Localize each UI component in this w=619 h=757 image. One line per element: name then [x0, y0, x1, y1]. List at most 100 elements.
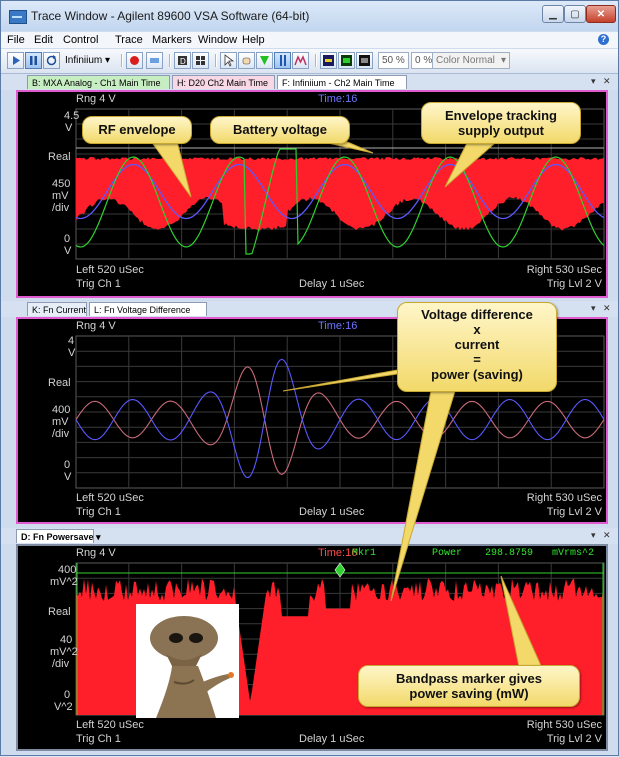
- y-scale-div: /div: [52, 202, 69, 214]
- playback-button[interactable]: [146, 52, 163, 69]
- band-marker-icon: [275, 53, 290, 68]
- panel-close-icon[interactable]: ✕: [603, 303, 611, 314]
- y-top-unit: V: [65, 122, 72, 134]
- y-real-label: Real: [48, 151, 71, 163]
- range-label: Rng 4 V: [76, 320, 116, 332]
- marker-down-icon: [257, 53, 272, 68]
- color-mode-value: Color Normal: [436, 55, 495, 66]
- time-label: Time:16: [318, 93, 357, 105]
- callout-envelope-line2: supply output: [422, 123, 580, 138]
- maximize-icon: ▢: [570, 9, 579, 20]
- pause-icon: [26, 53, 41, 68]
- range-label: Rng 4 V: [76, 93, 116, 105]
- marker-value: 298.8759: [485, 548, 533, 559]
- x-left-label: Left 520 uSec: [76, 719, 144, 731]
- title-bar: Trace Window - Agilent 89600 VSA Softwar…: [1, 1, 618, 31]
- monochrome-icon: [357, 53, 372, 68]
- menu-control[interactable]: Control: [63, 34, 98, 46]
- display-button[interactable]: D: [174, 52, 191, 69]
- color-button[interactable]: [338, 52, 355, 69]
- toolbar: Infiniium ▾ D 50 % 0 % Color Normal ▾: [1, 49, 618, 74]
- callout-bp-line2: power saving (mW): [359, 686, 579, 701]
- app-icon: [9, 10, 27, 24]
- marker-button[interactable]: [256, 52, 273, 69]
- y-bottom-value: 0: [64, 459, 70, 471]
- menu-help[interactable]: Help: [242, 34, 265, 46]
- help-icon[interactable]: ?: [598, 34, 609, 45]
- trig-label: Trig Ch 1: [76, 278, 121, 290]
- bandmarker-button[interactable]: [274, 52, 291, 69]
- restart-button[interactable]: [43, 52, 60, 69]
- y-top-unit: mV^2: [50, 576, 78, 588]
- tab-fn-current[interactable]: K: Fn Current: [27, 302, 87, 316]
- pause-button[interactable]: [25, 52, 42, 69]
- monochrome-button[interactable]: [356, 52, 373, 69]
- window-title: Trace Window - Agilent 89600 VSA Softwar…: [31, 9, 309, 23]
- menu-window[interactable]: Window: [198, 34, 237, 46]
- y-scale-div: /div: [52, 428, 69, 440]
- record-button[interactable]: [126, 52, 143, 69]
- tab-fn-voltage-difference[interactable]: L: Fn Voltage Difference: [89, 302, 207, 316]
- panel-menu-icon[interactable]: ▾: [591, 303, 596, 314]
- source-selector[interactable]: Infiniium ▾: [65, 52, 110, 69]
- tab-infiniium[interactable]: F: Infiniium - Ch2 Main Time: [277, 75, 407, 89]
- x-left-label: Left 520 uSec: [76, 492, 144, 504]
- rf-envelope-trace: [76, 157, 604, 231]
- panel1-tabstrip: B: MXA Analog - Ch1 Main Time H: D20 Ch2…: [1, 74, 618, 90]
- menu-trace[interactable]: Trace: [115, 34, 143, 46]
- y-scale-div: /div: [52, 658, 69, 670]
- minimize-button[interactable]: ▁: [542, 5, 564, 23]
- pointer-button[interactable]: [220, 52, 237, 69]
- trace-panel-3[interactable]: Rng 4 V Time:16 Mkr1 Power 298.8759 mVrm…: [16, 544, 608, 751]
- time-label: Time:16: [318, 320, 357, 332]
- tab-fn-powersave-label: D: Fn Powersave: [21, 532, 94, 542]
- display-icon: D: [175, 53, 190, 68]
- y-scale-value: 40: [60, 634, 72, 646]
- menu-edit[interactable]: Edit: [34, 34, 53, 46]
- maximize-button[interactable]: ▢: [564, 5, 586, 23]
- y-bottom-value: 0: [64, 689, 70, 701]
- play-button[interactable]: [7, 52, 24, 69]
- chevron-down-icon: ▾: [105, 55, 110, 66]
- y-scale-value: 400: [52, 404, 70, 416]
- panel-menu-icon[interactable]: ▾: [591, 76, 596, 87]
- menu-file[interactable]: File: [7, 34, 25, 46]
- toolbar-separator: [315, 54, 317, 67]
- layout-button[interactable]: [192, 52, 209, 69]
- close-icon: ✕: [597, 9, 605, 20]
- tab-fn-powersave[interactable]: D: Fn Powersave ▾: [16, 529, 94, 543]
- callout-envelope-tracking: Envelope tracking supply output: [421, 102, 581, 144]
- hand-icon: [239, 53, 254, 68]
- spectrogram-button[interactable]: [320, 52, 337, 69]
- y-scale-value: 450: [52, 178, 70, 190]
- trig-label: Trig Ch 1: [76, 506, 121, 518]
- callout-vd-line4: =: [398, 352, 556, 367]
- source-label: Infiniium: [65, 55, 102, 66]
- tab-d20[interactable]: H: D20 Ch2 Main Time: [172, 75, 275, 89]
- zoom-field-1[interactable]: 50 %: [378, 52, 409, 69]
- panel-close-icon[interactable]: ✕: [603, 530, 611, 541]
- y-top-value: 400: [58, 564, 76, 576]
- y-bottom-unit: V^2: [54, 701, 73, 713]
- panel-menu-icon[interactable]: ▾: [591, 530, 596, 541]
- delay-label: Delay 1 uSec: [299, 733, 364, 745]
- hand-button[interactable]: [238, 52, 255, 69]
- close-button[interactable]: ✕: [586, 5, 616, 23]
- peak-button[interactable]: [292, 52, 309, 69]
- svg-text:D: D: [180, 57, 186, 66]
- playback-icon: [147, 53, 162, 68]
- menu-markers[interactable]: Markers: [152, 34, 192, 46]
- x-left-label: Left 520 uSec: [76, 264, 144, 276]
- y-scale-unit: mV: [52, 190, 69, 202]
- delay-label: Delay 1 uSec: [299, 278, 364, 290]
- y-bottom-unit: V: [64, 245, 71, 257]
- pointer-icon: [221, 53, 236, 68]
- range-label: Rng 4 V: [76, 547, 116, 559]
- tab-mxa-analog[interactable]: B: MXA Analog - Ch1 Main Time: [27, 75, 170, 89]
- color-mode-select[interactable]: Color Normal ▾: [432, 52, 510, 69]
- marker-diamond-icon: [335, 563, 345, 577]
- minimize-icon: ▁: [549, 9, 557, 20]
- y-top-unit: V: [68, 347, 75, 359]
- panel-close-icon[interactable]: ✕: [603, 76, 611, 87]
- delay-label: Delay 1 uSec: [299, 506, 364, 518]
